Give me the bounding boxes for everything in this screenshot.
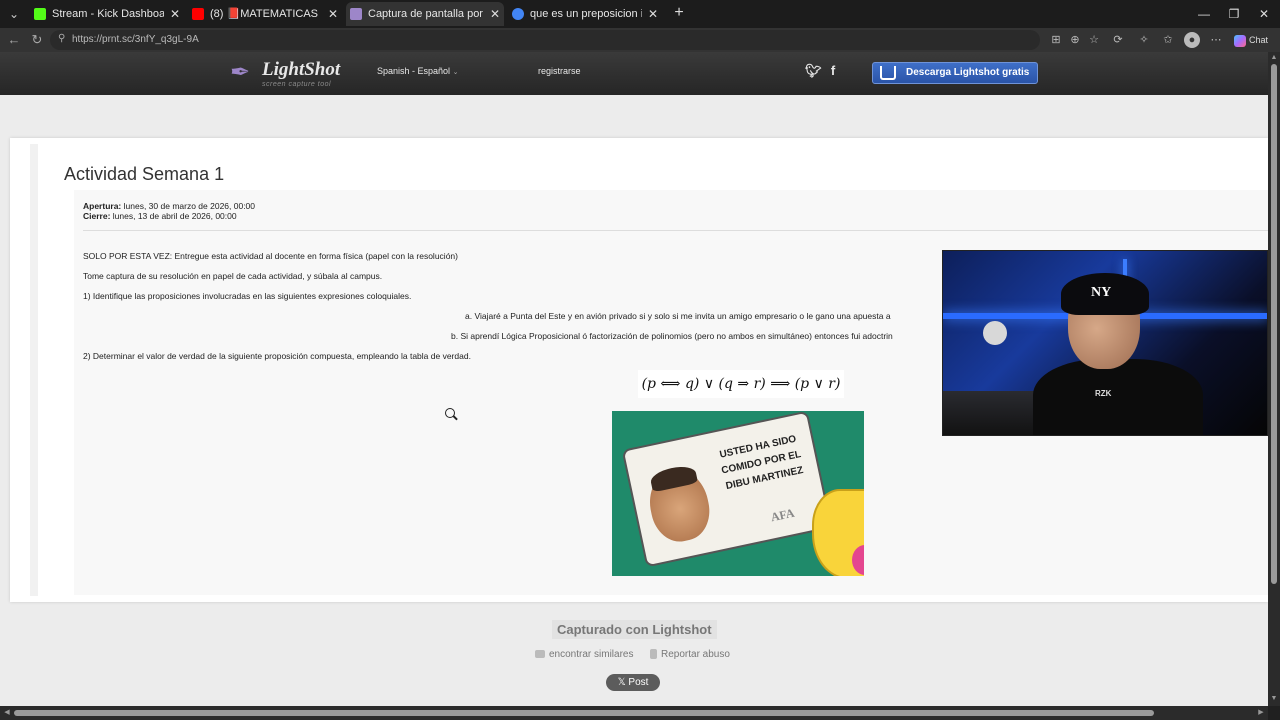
closing-label: Cierre: xyxy=(83,211,111,221)
closing-value: lunes, 13 de abril de 2026, 00:00 xyxy=(112,211,237,221)
apps-icon[interactable]: ⊞ xyxy=(1048,32,1064,48)
logo-name: LightShot xyxy=(262,59,341,80)
find-similar-link[interactable]: encontrar similares xyxy=(535,649,633,660)
scroll-up-icon[interactable]: ▲ xyxy=(1269,53,1279,63)
report-abuse-label: Reportar abuso xyxy=(661,649,730,660)
twitter-icon[interactable]: 🐦︎ xyxy=(805,63,822,79)
lightshot-header: ✒ LightShot screen capture tool Spanish … xyxy=(0,52,1268,95)
tab-title: Stream - Kick Dashboard xyxy=(52,8,164,20)
zoom-icon[interactable]: ⊕ xyxy=(1067,32,1083,48)
lightshot-feather-icon xyxy=(350,8,362,20)
report-icon xyxy=(650,649,657,660)
cap-logo: NY xyxy=(1091,285,1112,300)
meme-text: USTED HA SIDO COMIDO POR EL DIBU MARTINE… xyxy=(718,433,805,493)
lightshot-logo[interactable]: ✒ LightShot screen capture tool xyxy=(230,58,340,88)
meme-image: USTED HA SIDO COMIDO POR EL DIBU MARTINE… xyxy=(612,411,864,576)
instruction-1: SOLO POR ESTA VEZ: Entregue esta activid… xyxy=(83,251,458,261)
afa-badge: AFA xyxy=(769,505,796,525)
yellow-hand xyxy=(812,489,864,576)
kick-icon xyxy=(34,8,46,20)
facebook-icon[interactable]: f xyxy=(826,63,840,78)
opening-value: lunes, 30 de marzo de 2026, 00:00 xyxy=(123,201,256,211)
close-tab-icon[interactable]: ✕ xyxy=(328,2,338,26)
tab-google[interactable]: que es un preposicion involucrada ✕ xyxy=(508,2,662,26)
divider xyxy=(83,230,1268,231)
address-bar-row: ← ↻ ⚲ https://prnt.sc/3nfY_q3gL-9A ⊞ ⊕ ☆… xyxy=(0,28,1280,52)
profile-avatar[interactable]: ● xyxy=(1184,32,1200,48)
copilot-icon xyxy=(1234,34,1246,47)
face-photo xyxy=(643,464,716,547)
pink-sleeve xyxy=(852,545,864,575)
instruction-2: Tome captura de su resolución en papel d… xyxy=(83,271,383,281)
new-tab-icon[interactable]: + xyxy=(670,3,688,23)
tab-actions-icon[interactable]: ⌄ xyxy=(4,4,24,24)
close-tab-icon[interactable]: ✕ xyxy=(490,2,500,26)
google-icon xyxy=(512,8,524,20)
captured-with-label: Capturado con Lightshot xyxy=(552,620,717,639)
favorites-icon[interactable]: ✩ xyxy=(1160,32,1176,48)
scroll-down-icon[interactable]: ▼ xyxy=(1269,694,1279,704)
question-1-item-a: a. Viajaré a Punta del Este y en avión p… xyxy=(465,311,891,321)
left-border xyxy=(30,144,38,596)
copilot-chat-button[interactable]: Chat xyxy=(1234,32,1268,48)
download-button[interactable]: Descarga Lightshot gratis xyxy=(872,62,1038,84)
logo-subtitle: screen capture tool xyxy=(262,81,332,88)
close-tab-icon[interactable]: ✕ xyxy=(648,2,658,26)
site-info-icon[interactable]: ⚲ xyxy=(58,33,70,47)
tab-youtube[interactable]: (8) 📕MATEMATICAS DESDE CERO ✕ xyxy=(188,2,342,26)
x-post-button[interactable]: 𝕏 Post xyxy=(606,674,660,691)
feather-icon: ✒ xyxy=(230,59,251,86)
tab-lightshot[interactable]: Captura de pantalla por Lightshot ✕ xyxy=(346,2,504,26)
maximize-icon[interactable]: ❐ xyxy=(1224,4,1244,24)
tab-title: que es un preposicion involucrada xyxy=(530,8,642,20)
horizontal-scrollbar[interactable]: ◀ ▶ xyxy=(0,706,1268,720)
microphone xyxy=(983,321,1007,345)
streamer-body xyxy=(1033,359,1203,435)
question-1: 1) Identifique las proposiciones involuc… xyxy=(83,291,412,301)
camera-icon xyxy=(535,650,545,659)
youtube-icon xyxy=(192,8,204,20)
zoom-cursor-icon xyxy=(445,408,455,418)
id-card: USTED HA SIDO COMIDO POR EL DIBU MARTINE… xyxy=(621,411,833,568)
language-label: Spanish - Español xyxy=(377,66,451,76)
find-similar-label: encontrar similares xyxy=(549,649,634,660)
tab-title: (8) 📕MATEMATICAS DESDE CERO xyxy=(210,8,322,20)
reload-icon[interactable]: ↻ xyxy=(27,30,47,50)
chat-label: Chat xyxy=(1249,35,1269,45)
webcam-overlay: NY RZK xyxy=(942,250,1268,436)
minimize-icon[interactable]: — xyxy=(1194,4,1214,24)
vertical-scrollbar[interactable]: ▲ ▼ xyxy=(1268,52,1280,706)
closing-date: Cierre: lunes, 13 de abril de 2026, 00:0… xyxy=(83,211,237,221)
refresh-extension-icon[interactable]: ⟳ xyxy=(1110,32,1126,48)
download-icon xyxy=(880,66,896,80)
report-abuse-link[interactable]: Reportar abuso xyxy=(650,649,730,660)
scroll-left-icon[interactable]: ◀ xyxy=(2,708,12,718)
scroll-right-icon[interactable]: ▶ xyxy=(1256,708,1266,718)
close-tab-icon[interactable]: ✕ xyxy=(170,2,180,26)
logic-formula: (p ⟺ q) ∨ (q ⇒ r) ⟹ (p ∨ r) xyxy=(638,370,844,398)
favorite-star-icon[interactable]: ☆ xyxy=(1086,32,1102,48)
language-selector[interactable]: Spanish - Español ⌄ xyxy=(377,66,458,76)
close-window-icon[interactable]: ✕ xyxy=(1254,4,1274,24)
vertical-scroll-thumb[interactable] xyxy=(1271,64,1277,584)
register-link[interactable]: registrarse xyxy=(538,66,581,76)
opening-label: Apertura: xyxy=(83,201,122,211)
extensions-icon[interactable]: ✧ xyxy=(1136,32,1152,48)
tab-strip: ⌄ Stream - Kick Dashboard ✕ (8) 📕MATEMAT… xyxy=(0,0,1280,28)
back-icon[interactable]: ← xyxy=(4,30,24,50)
tab-title: Captura de pantalla por Lightshot xyxy=(368,8,484,20)
question-1-item-b: b. Si aprendí Lógica Proposicional ó fac… xyxy=(451,331,893,341)
url-text: https://prnt.sc/3nfY_q3gL-9A xyxy=(72,34,199,45)
opening-date: Apertura: lunes, 30 de marzo de 2026, 00… xyxy=(83,201,255,211)
streamer-cap: NY xyxy=(1061,273,1149,315)
question-2: 2) Determinar el valor de verdad de la s… xyxy=(83,351,471,361)
more-icon[interactable]: ⋯ xyxy=(1208,32,1224,48)
activity-title: Actividad Semana 1 xyxy=(64,164,225,184)
tab-kick[interactable]: Stream - Kick Dashboard ✕ xyxy=(30,2,184,26)
chain-pendant: RZK xyxy=(1095,389,1112,398)
download-label: Descarga Lightshot gratis xyxy=(906,67,1030,78)
address-bar[interactable]: ⚲ https://prnt.sc/3nfY_q3gL-9A xyxy=(50,30,1040,50)
dropdown-icon: ⌄ xyxy=(452,69,459,76)
horizontal-scroll-thumb[interactable] xyxy=(14,710,1154,716)
